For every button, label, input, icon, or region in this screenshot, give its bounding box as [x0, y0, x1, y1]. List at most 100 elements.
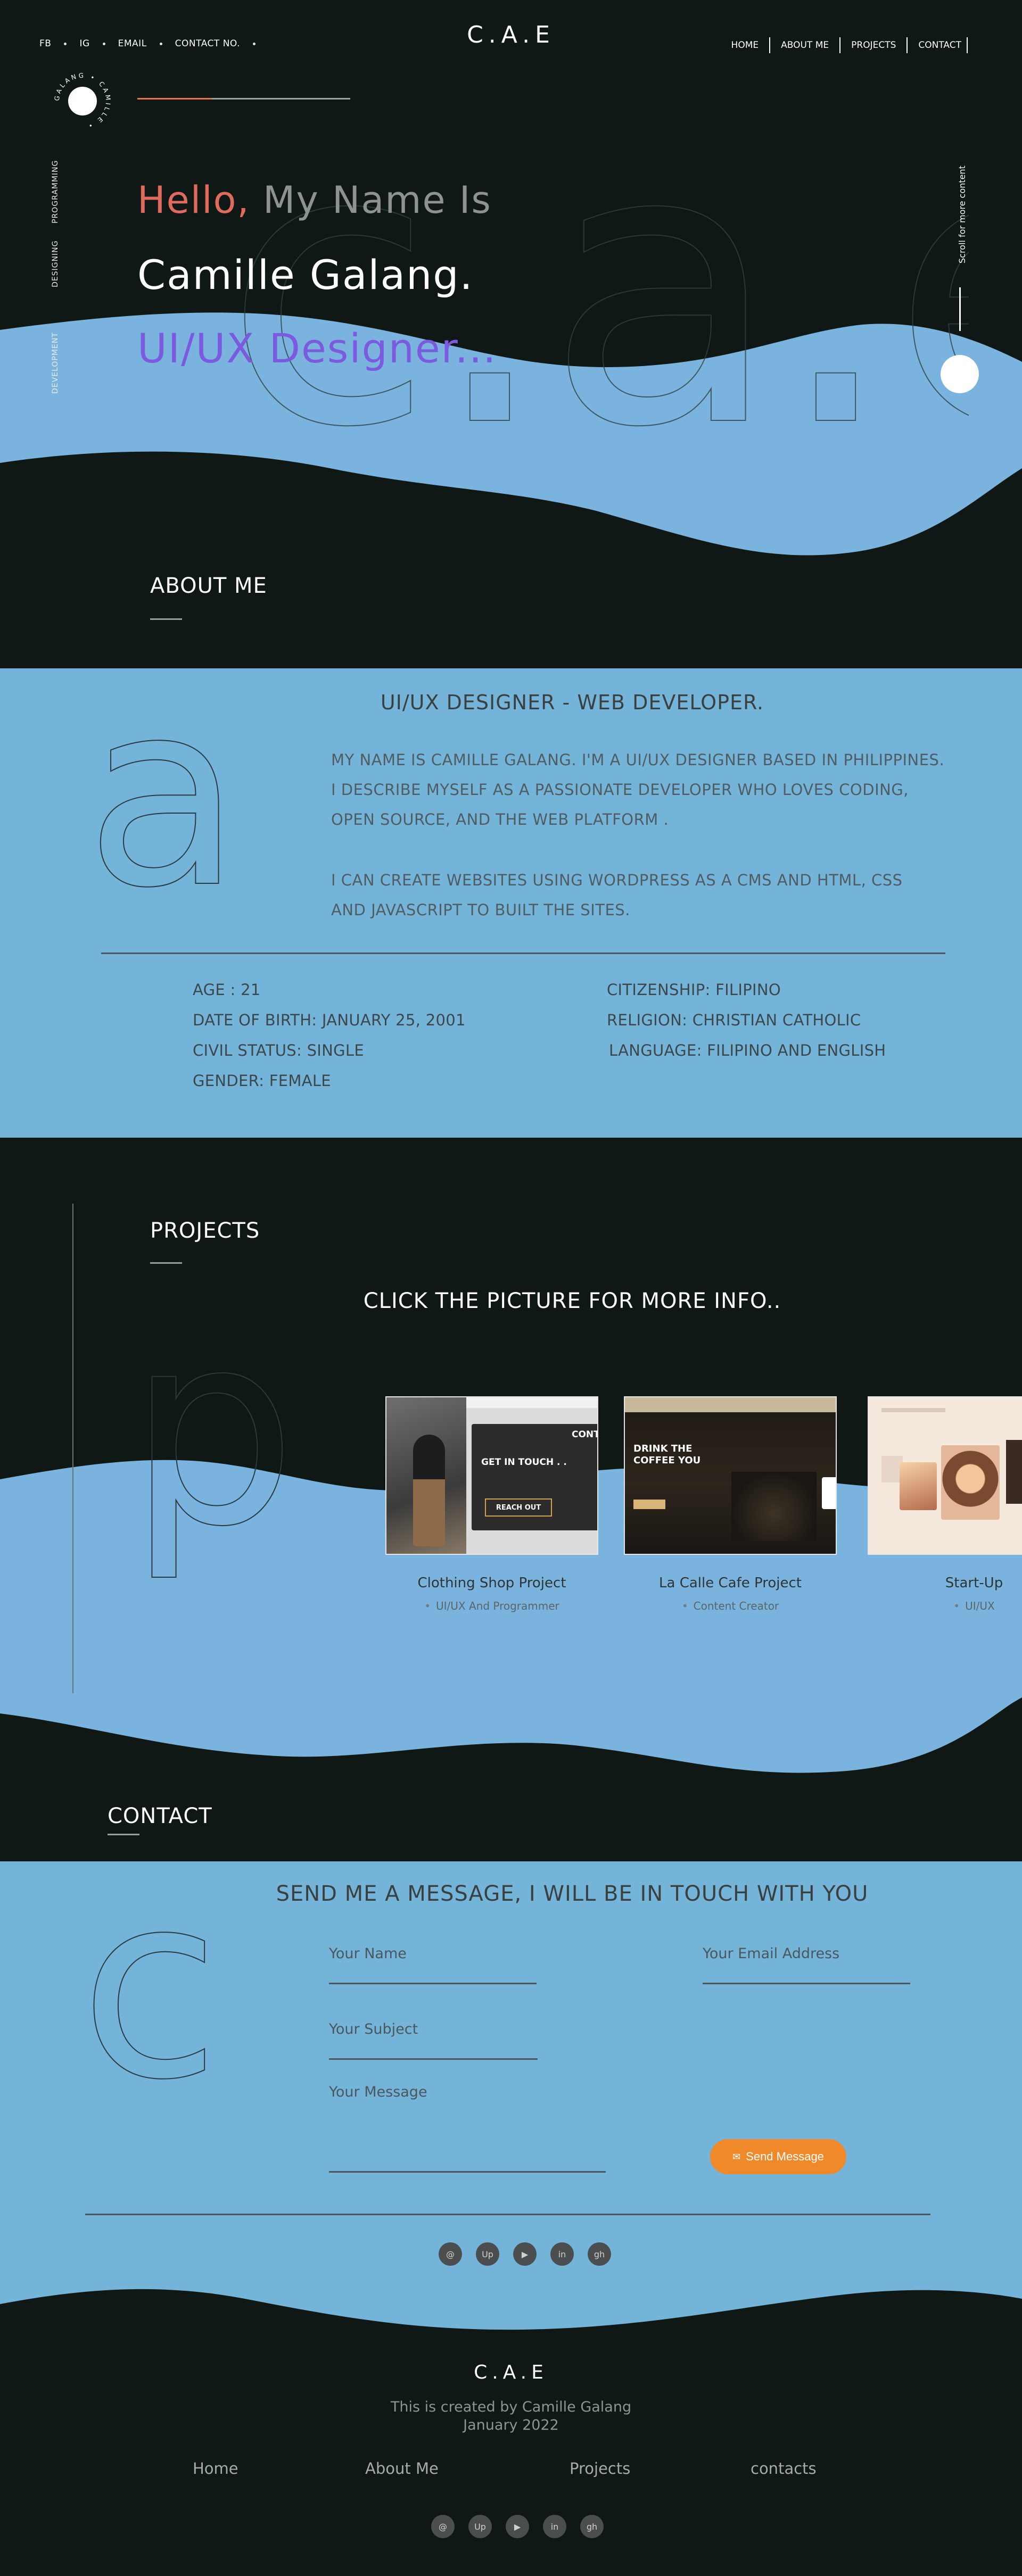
thumb-button: [633, 1500, 665, 1509]
about-big-letter: a: [85, 692, 242, 915]
about-section-title: ABOUT ME: [150, 574, 267, 598]
hero-greeting: Hello, My Name Is: [137, 178, 492, 222]
upwork-icon[interactable]: Up: [468, 2515, 492, 2538]
message-field-label[interactable]: Your Message: [329, 2084, 427, 2100]
linkedin-icon[interactable]: in: [550, 2242, 574, 2266]
scroll-indicator-dot[interactable]: [941, 355, 979, 393]
project-subtitle: Content Creator: [624, 1600, 837, 1612]
footer-date: January 2022: [463, 2417, 559, 2433]
side-label-development: DEVELOPMENT: [51, 332, 60, 394]
linkedin-icon[interactable]: in: [543, 2515, 566, 2538]
at-icon[interactable]: @: [439, 2242, 462, 2266]
thumb-topbar: [881, 1408, 945, 1412]
rotating-name-badge: GALANG • CAMILLE •: [53, 72, 112, 130]
main-nav: HOME ABOUT ME PROJECTS CONTACT: [721, 37, 968, 53]
footer-social-icons: @ Up ▶ in gh: [431, 2515, 604, 2538]
project-subtitle: UI/UX And Programmer: [385, 1600, 598, 1612]
info-gender: GENDER: FEMALE: [193, 1072, 331, 1090]
email-field-label[interactable]: Your Email Address: [703, 1945, 839, 1962]
info-religion: RELIGION: CHRISTIAN CATHOLIC: [607, 1011, 861, 1029]
project-card-startup[interactable]: Start-Up UI/UX: [868, 1396, 1022, 1612]
about-p1-line: I DESCRIBE MYSELF AS A PASSIONATE DEVELO…: [331, 781, 909, 799]
project-thumbnail[interactable]: [868, 1396, 1022, 1555]
thumb-props: [731, 1472, 817, 1541]
thumb-button: REACH OUT: [485, 1498, 552, 1517]
footer-nav-projects[interactable]: Projects: [570, 2459, 630, 2478]
thumb-widget: [822, 1477, 836, 1509]
contact-divider: [85, 2214, 930, 2215]
footer-nav-contacts[interactable]: contacts: [751, 2459, 817, 2478]
contact-big-letter: c: [80, 1884, 221, 2107]
youtube-icon[interactable]: ▶: [506, 2515, 529, 2538]
footer-credit: This is created by Camille Galang: [390, 2399, 632, 2415]
at-icon[interactable]: @: [431, 2515, 455, 2538]
about-divider: [101, 952, 945, 954]
envelope-icon: ✉: [732, 2151, 741, 2162]
send-message-button[interactable]: ✉ Send Message: [710, 2139, 846, 2174]
nav-about-me[interactable]: ABOUT ME: [770, 37, 841, 53]
thumb-photo: [900, 1462, 937, 1510]
info-language: LANGUAGE: FILIPINO AND ENGLISH: [609, 1041, 886, 1059]
my-name-is-text: My Name Is: [262, 178, 492, 222]
upwork-icon[interactable]: Up: [476, 2242, 499, 2266]
nav-contact[interactable]: CONTACT: [908, 37, 968, 53]
nav-projects[interactable]: PROJECTS: [840, 37, 908, 53]
contact-heading: SEND ME A MESSAGE, I WILL BE IN TOUCH WI…: [276, 1882, 869, 1906]
subject-field-label[interactable]: Your Subject: [329, 2021, 418, 2037]
github-icon[interactable]: gh: [588, 2242, 611, 2266]
contact-social-icons: @ Up ▶ in gh: [439, 2242, 611, 2266]
thumb-heading: DRINK THE COFFEE YOU: [633, 1443, 701, 1466]
footer-nav-about-me[interactable]: About Me: [365, 2459, 439, 2478]
side-label-designing: DESIGNING: [51, 240, 60, 287]
subject-field-underline[interactable]: [329, 2058, 538, 2060]
about-heading: UI/UX DESIGNER - WEB DEVELOPER.: [380, 691, 764, 714]
project-title[interactable]: Clothing Shop Project: [385, 1575, 598, 1591]
thumb-photo: [941, 1445, 1000, 1520]
name-field-label[interactable]: Your Name: [329, 1945, 407, 1962]
thumb-person: [413, 1435, 445, 1546]
about-paragraph-1: MY NAME IS CAMILLE GALANG. I'M A UI/UX D…: [331, 745, 949, 834]
project-thumbnail[interactable]: DRINK THE COFFEE YOU: [624, 1396, 837, 1555]
footer-brand[interactable]: C.A.E: [0, 2362, 1022, 2383]
projects-vertical-line: [72, 1204, 73, 1693]
projects-title-underline: [150, 1262, 182, 1264]
thumb-navbar: [625, 1397, 836, 1412]
project-subtitle: UI/UX: [868, 1600, 1022, 1612]
scroll-indicator-bar: [959, 287, 961, 331]
project-thumbnail[interactable]: GET IN TOUCH . . REACH OUT CONT: [385, 1396, 598, 1555]
info-dob: DATE OF BIRTH: JANUARY 25, 2001: [193, 1011, 466, 1029]
about-p1-line: MY NAME IS CAMILLE GALANG. I'M A UI/UX D…: [331, 751, 945, 769]
message-field-underline[interactable]: [329, 2171, 606, 2173]
accent-line: [137, 98, 350, 100]
youtube-icon[interactable]: ▶: [513, 2242, 537, 2266]
thumb-corner-text: CONT: [572, 1429, 598, 1440]
about-p2-line: I CAN CREATE WEBSITES USING WORDPRESS AS…: [331, 871, 903, 889]
email-field-underline[interactable]: [703, 1983, 910, 1984]
hero-name: Camille Galang.: [137, 251, 474, 299]
send-message-label: Send Message: [746, 2150, 824, 2163]
side-label-programming: PROGRAMMING: [51, 160, 60, 223]
project-card-clothing[interactable]: GET IN TOUCH . . REACH OUT CONT Clothing…: [385, 1396, 598, 1612]
contact-section-title: CONTACT: [108, 1804, 212, 1828]
hello-text: Hello,: [137, 178, 250, 222]
thumb-photo: [1006, 1440, 1022, 1504]
nav-home[interactable]: HOME: [721, 37, 771, 53]
svg-text:a: a: [85, 692, 242, 915]
name-field-underline[interactable]: [329, 1983, 537, 1984]
svg-text:p: p: [128, 1320, 296, 1585]
projects-section-title: PROJECTS: [150, 1219, 260, 1243]
about-title-underline: [150, 618, 182, 620]
project-title[interactable]: Start-Up: [868, 1575, 1022, 1591]
projects-big-letter: p: [128, 1320, 297, 1585]
footer-nav-home[interactable]: Home: [193, 2459, 238, 2478]
project-title[interactable]: La Calle Cafe Project: [624, 1575, 837, 1591]
info-age: AGE : 21: [193, 981, 261, 999]
info-civil-status: CIVIL STATUS: SINGLE: [193, 1041, 364, 1059]
project-card-cafe[interactable]: DRINK THE COFFEE YOU La Calle Cafe Proje…: [624, 1396, 837, 1612]
github-icon[interactable]: gh: [580, 2515, 604, 2538]
badge-core: [68, 87, 97, 115]
about-paragraph-2: I CAN CREATE WEBSITES USING WORDPRESS AS…: [331, 865, 949, 925]
thumb-topbar: [466, 1397, 597, 1408]
contact-title-underline: [108, 1834, 139, 1835]
scroll-hint: Scroll for more content: [957, 165, 967, 263]
